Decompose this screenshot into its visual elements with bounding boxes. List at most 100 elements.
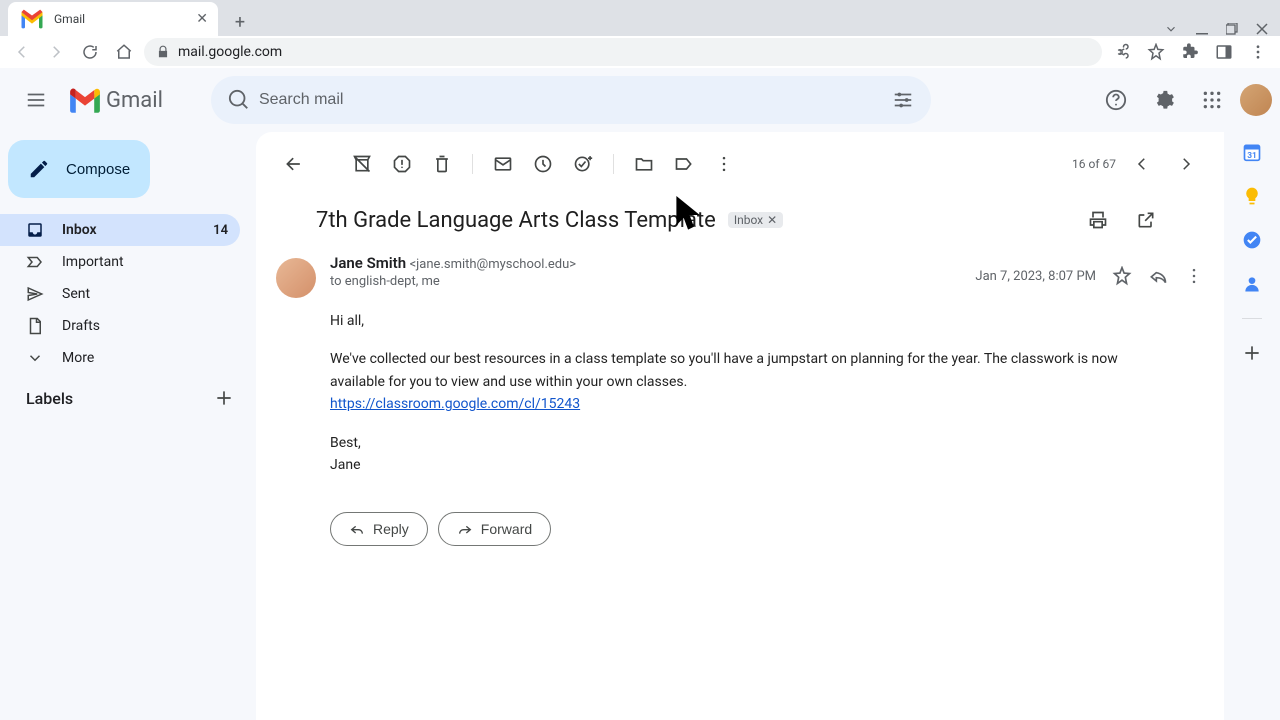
new-tab-button[interactable]: + [226, 8, 254, 36]
email-body: Hi all, We've collected our best resourc… [256, 298, 1224, 492]
tasks-icon[interactable] [1242, 230, 1262, 250]
nav-label: More [62, 350, 228, 366]
search-options-icon[interactable] [883, 80, 923, 120]
sent-icon [26, 285, 44, 303]
greeting: Hi all, [330, 310, 1150, 332]
bookmark-icon[interactable] [1142, 38, 1170, 66]
share-icon[interactable] [1108, 38, 1136, 66]
inbox-chip[interactable]: Inbox ✕ [728, 212, 783, 228]
important-icon [26, 253, 44, 271]
browser-tab[interactable]: Gmail ✕ [8, 2, 218, 36]
address-bar[interactable]: mail.google.com [144, 38, 1102, 66]
sidebar-item-important[interactable]: Important [0, 246, 240, 278]
divider [472, 154, 473, 174]
sender-avatar[interactable] [276, 258, 316, 298]
search-bar[interactable] [211, 76, 931, 124]
add-task-icon[interactable] [565, 146, 601, 182]
forward-button[interactable] [42, 38, 70, 66]
body-text: We've collected our best resources in a … [330, 351, 1118, 389]
reply-label: Reply [373, 521, 409, 537]
sidepanel-icon[interactable] [1210, 38, 1238, 66]
contacts-icon[interactable] [1242, 274, 1262, 294]
labels-header: Labels [0, 374, 256, 422]
reply-icon[interactable] [1148, 266, 1168, 286]
action-bar: 16 of 67 [256, 132, 1224, 196]
snooze-icon[interactable] [525, 146, 561, 182]
add-label-icon[interactable] [214, 388, 234, 408]
more-icon[interactable] [1184, 266, 1204, 286]
nav-label: Drafts [62, 318, 228, 334]
compose-button[interactable]: Compose [8, 140, 150, 198]
home-button[interactable] [110, 38, 138, 66]
classroom-link[interactable]: https://classroom.google.com/cl/15243 [330, 396, 580, 412]
spam-icon[interactable] [384, 146, 420, 182]
apps-icon[interactable] [1192, 80, 1232, 120]
browser-chrome: Gmail ✕ + mail.google.com [0, 0, 1280, 68]
gmail-logo[interactable]: Gmail [68, 83, 163, 117]
next-icon[interactable] [1168, 146, 1204, 182]
lock-icon [156, 45, 170, 59]
chip-label: Inbox [734, 213, 763, 227]
support-icon[interactable] [1096, 80, 1136, 120]
pager: 16 of 67 [1072, 146, 1204, 182]
maximize-icon[interactable] [1226, 23, 1238, 35]
reply-button[interactable]: Reply [330, 512, 428, 546]
signature: Jane [330, 457, 361, 473]
main-panel: 16 of 67 7th Grade Language Arts Class T… [256, 132, 1224, 720]
forward-label: Forward [481, 521, 532, 537]
back-icon[interactable] [276, 146, 312, 182]
more-icon[interactable] [706, 146, 742, 182]
add-icon[interactable] [1242, 343, 1262, 363]
inbox-icon [26, 221, 44, 239]
pager-text: 16 of 67 [1072, 157, 1116, 171]
tab-bar: Gmail ✕ + [0, 0, 1280, 36]
email-subject: 7th Grade Language Arts Class Template [316, 208, 716, 233]
sidebar: Compose Inbox 14 Important Sent Drafts M… [0, 132, 256, 720]
pencil-icon [28, 158, 50, 180]
keep-icon[interactable] [1242, 186, 1262, 206]
sidebar-item-inbox[interactable]: Inbox 14 [0, 214, 240, 246]
delete-icon[interactable] [424, 146, 460, 182]
extensions-icon[interactable] [1176, 38, 1204, 66]
browser-toolbar: mail.google.com [0, 36, 1280, 68]
chrome-menu-icon[interactable] [1244, 38, 1272, 66]
sidebar-item-sent[interactable]: Sent [0, 278, 240, 310]
sender-row: Jane Smith <jane.smith@myschool.edu> to … [256, 254, 1224, 298]
chevron-down-icon [26, 349, 44, 367]
divider [613, 154, 614, 174]
settings-icon[interactable] [1144, 80, 1184, 120]
sidebar-item-more[interactable]: More [0, 342, 240, 374]
tab-title: Gmail [54, 12, 188, 26]
archive-icon[interactable] [344, 146, 380, 182]
nav-label: Inbox [62, 222, 195, 238]
print-icon[interactable] [1080, 202, 1116, 238]
account-avatar[interactable] [1240, 84, 1272, 116]
sidebar-item-drafts[interactable]: Drafts [0, 310, 240, 342]
popout-icon[interactable] [1128, 202, 1164, 238]
move-icon[interactable] [626, 146, 662, 182]
star-icon[interactable] [1112, 266, 1132, 286]
search-icon[interactable] [219, 80, 259, 120]
sender-name: Jane Smith [330, 254, 406, 272]
label-icon[interactable] [666, 146, 702, 182]
chip-close-icon[interactable]: ✕ [767, 213, 777, 227]
mark-unread-icon[interactable] [485, 146, 521, 182]
forward-arrow-icon [457, 521, 473, 537]
prev-icon[interactable] [1124, 146, 1160, 182]
minimize-icon[interactable] [1196, 23, 1208, 35]
close-icon[interactable] [1256, 23, 1268, 35]
calendar-icon[interactable]: 31 [1242, 142, 1262, 162]
gmail-m-icon [68, 83, 102, 117]
recipients[interactable]: to english-dept, me [330, 274, 961, 289]
forward-button[interactable]: Forward [438, 512, 551, 546]
back-button[interactable] [8, 38, 36, 66]
timestamp: Jan 7, 2023, 8:07 PM [975, 269, 1096, 284]
reload-button[interactable] [76, 38, 104, 66]
email-header: 7th Grade Language Arts Class Template I… [256, 196, 1224, 254]
chevron-down-icon[interactable] [1164, 22, 1178, 36]
main-menu-icon[interactable] [12, 76, 60, 124]
search-input[interactable] [259, 91, 883, 109]
tab-close-icon[interactable]: ✕ [196, 11, 208, 27]
gmail-header: Gmail [0, 68, 1280, 132]
compose-label: Compose [66, 161, 130, 178]
